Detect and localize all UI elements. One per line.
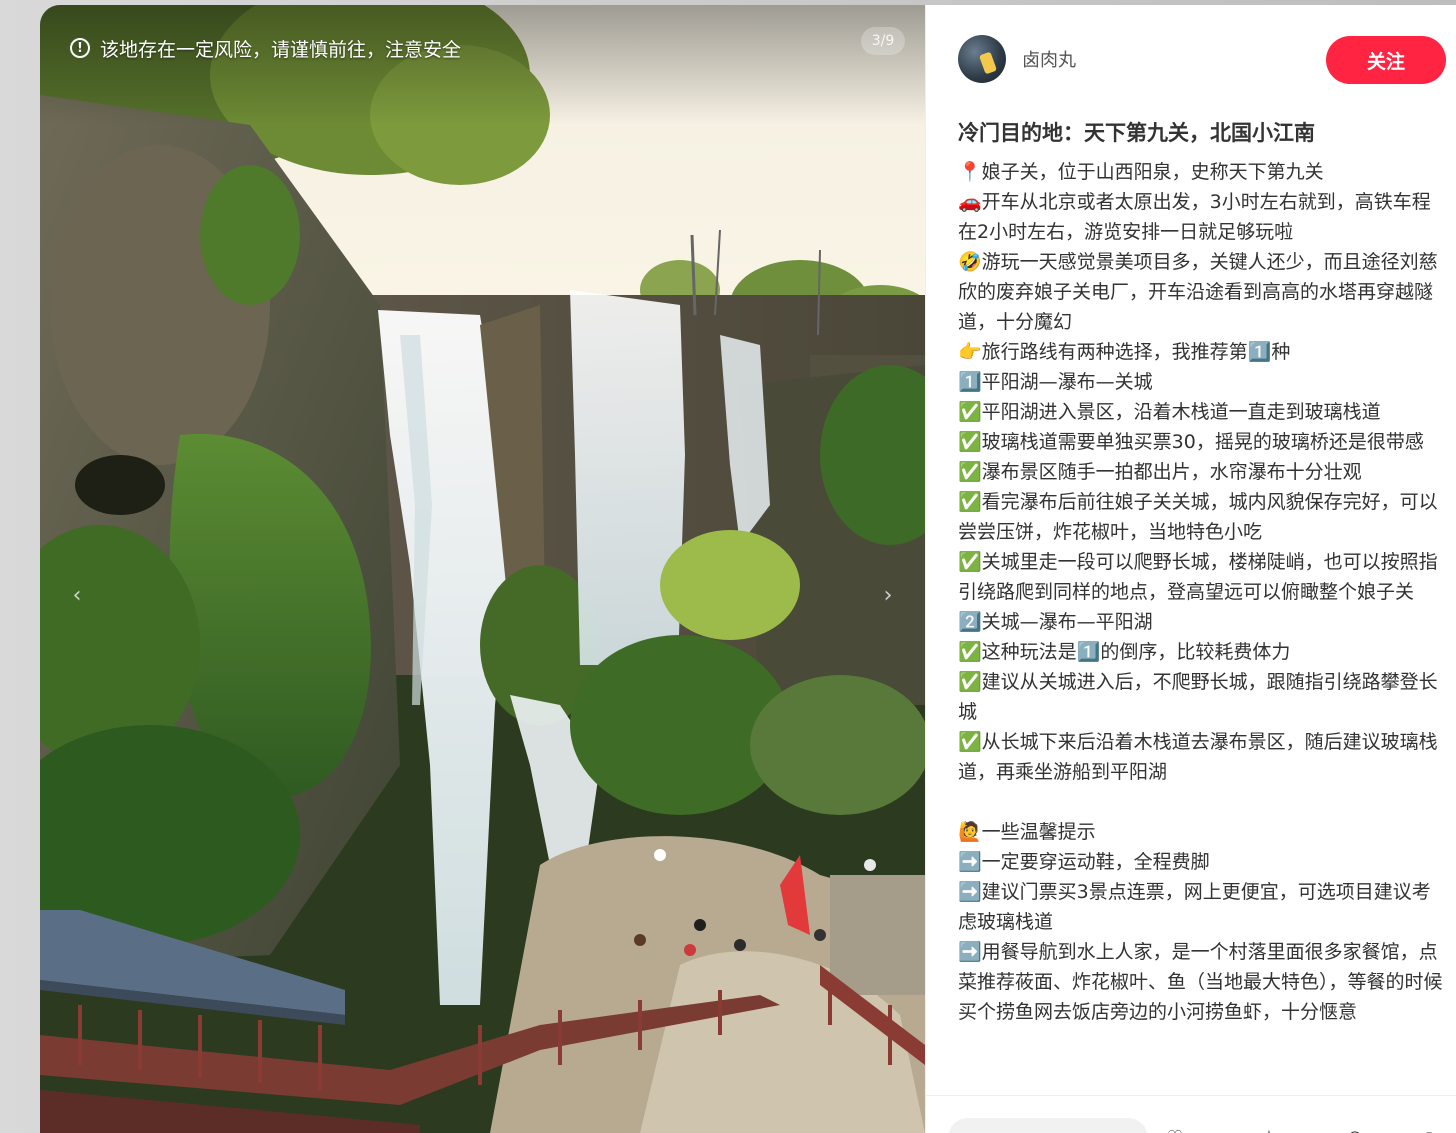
next-image-arrow[interactable]: › bbox=[873, 580, 903, 610]
note-photo[interactable]: ! 该地存在一定风险，请谨慎前往，注意安全 3/9 ‹ › bbox=[40, 5, 925, 1133]
note-line: ➡️一定要穿运动鞋，全程费脚 bbox=[958, 851, 1210, 873]
follow-button[interactable]: 关注 bbox=[1326, 36, 1446, 84]
note-line: ➡️建议门票买3景点连票，网上更便宜，可选项目建议考虑玻璃栈道 bbox=[958, 881, 1431, 933]
note-detail-panel: 卤肉丸 关注 冷门目的地：天下第九关，北国小江南 📍娘子关，位于山西阳泉，史称天… bbox=[925, 5, 1456, 1133]
note-line: 2️⃣关城—瀑布—平阳湖 bbox=[958, 611, 1153, 633]
note-line: ✅玻璃栈道需要单独买票30，摇晃的玻璃桥还是很带感 bbox=[958, 431, 1424, 453]
note-line: ✅看完瀑布后前往娘子关关城，城内风貌保存完好，可以尝尝压饼，炸花椒叶，当地特色小… bbox=[958, 491, 1438, 543]
note-line: ✅这种玩法是1️⃣的倒序，比较耗费体力 bbox=[958, 641, 1291, 663]
note-line: ✅关城里走一段可以爬野长城，楼梯陡峭，也可以按照指引绕路爬到同样的地点，登高望远… bbox=[958, 551, 1438, 603]
author-name[interactable]: 卤肉丸 bbox=[1022, 46, 1076, 72]
image-counter: 3/9 bbox=[861, 27, 905, 55]
safety-warning: ! 该地存在一定风险，请谨慎前往，注意安全 bbox=[70, 33, 461, 63]
comment-input[interactable] bbox=[948, 1118, 1148, 1133]
exclamation-circle-icon: ! bbox=[70, 38, 90, 58]
prev-image-arrow[interactable]: ‹ bbox=[62, 580, 92, 610]
note-line: 1️⃣平阳湖—瀑布—关城 bbox=[958, 371, 1153, 393]
note-detail-modal: ! 该地存在一定风险，请谨慎前往，注意安全 3/9 ‹ › 卤肉丸 关注 冷门目… bbox=[40, 5, 1456, 1133]
share-icon[interactable]: ↗ bbox=[1416, 1126, 1438, 1133]
waterfall-photo bbox=[40, 5, 925, 1133]
note-line: ✅瀑布景区随手一拍都出片，水帘瀑布十分壮观 bbox=[958, 461, 1362, 483]
note-blank-line bbox=[958, 787, 1448, 817]
safety-warning-text: 该地存在一定风险，请谨慎前往，注意安全 bbox=[100, 38, 462, 61]
note-line: 📍娘子关，位于山西阳泉，史称天下第九关 bbox=[958, 161, 1324, 183]
star-icon[interactable]: ☆ bbox=[1258, 1126, 1280, 1133]
note-line: ➡️用餐导航到水上人家，是一个村落里面很多家餐馆，点菜推荐莜面、炸花椒叶、鱼（当… bbox=[958, 941, 1443, 1023]
note-line: 👉旅行路线有两种选择，我推荐第1️⃣种 bbox=[958, 341, 1291, 363]
note-line: 🚗开车从北京或者太原出发，3小时左右就到，高铁车程在2小时左右，游览安排一日就足… bbox=[958, 191, 1431, 243]
note-line: 🤣游玩一天感觉景美项目多，关键人还少，而且途径刘慈欣的废弃娘子关电厂，开车沿途看… bbox=[958, 251, 1438, 333]
avatar[interactable] bbox=[958, 35, 1006, 83]
note-title: 冷门目的地：天下第九关，北国小江南 bbox=[958, 121, 1315, 145]
note-line: 🙋一些温馨提示 bbox=[958, 821, 1096, 843]
note-line: ✅从长城下来后沿着木栈道去瀑布景区，随后建议玻璃栈道，再乘坐游船到平阳湖 bbox=[958, 731, 1438, 783]
photo-top-shade bbox=[40, 5, 925, 125]
interaction-bar: ♡ ☆ ○ ↗ bbox=[926, 1095, 1456, 1133]
note-body[interactable]: 📍娘子关，位于山西阳泉，史称天下第九关 🚗开车从北京或者太原出发，3小时左右就到… bbox=[958, 157, 1448, 1087]
note-line: ✅建议从关城进入后，不爬野长城，跟随指引绕路攀登长城 bbox=[958, 671, 1438, 723]
like-icon[interactable]: ♡ bbox=[1164, 1126, 1186, 1133]
comment-icon[interactable]: ○ bbox=[1344, 1126, 1366, 1133]
note-line: ✅平阳湖进入景区，沿着木栈道一直走到玻璃栈道 bbox=[958, 401, 1381, 423]
author-info[interactable]: 卤肉丸 bbox=[958, 35, 1076, 83]
